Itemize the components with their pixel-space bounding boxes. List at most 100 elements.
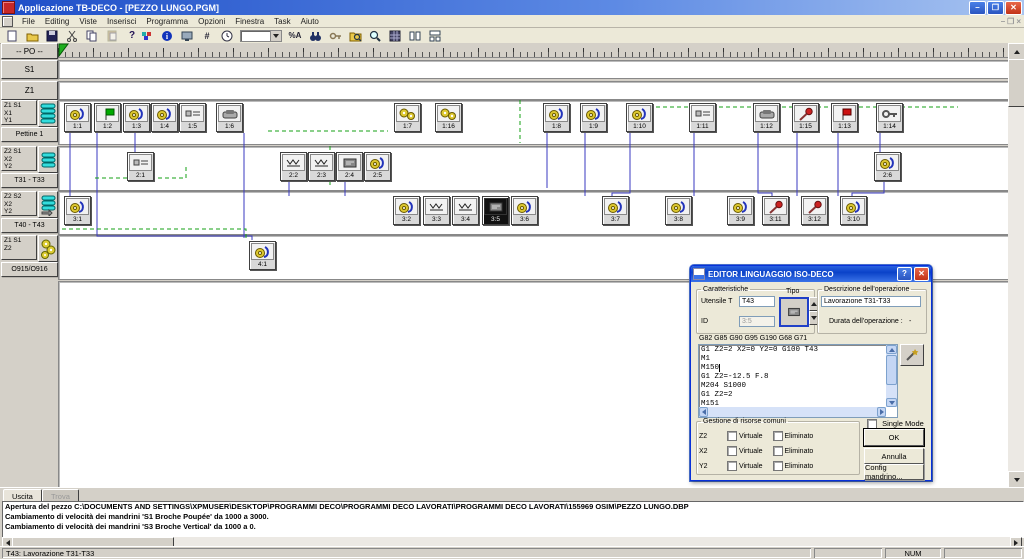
document-icon[interactable]	[2, 16, 13, 27]
timeline-op-3:10[interactable]: 3:10	[840, 196, 867, 225]
virtuale-option[interactable]: Virtuale	[727, 433, 763, 440]
virtuale-checkbox[interactable]	[727, 431, 737, 441]
timeline-op-3:8[interactable]: 3:8	[665, 196, 692, 225]
timeline-op-1:9[interactable]: 1:9	[580, 103, 607, 132]
copy-icon[interactable]	[83, 28, 102, 43]
mdi-minimize-icon[interactable]: –	[1001, 17, 1005, 26]
timeline-op-2:4[interactable]: 2:4	[336, 152, 363, 181]
code-scroll-up-icon[interactable]	[886, 345, 897, 354]
menu-file[interactable]: File	[17, 17, 40, 26]
layout-cols-icon[interactable]	[406, 28, 425, 43]
ok-button[interactable]: OK	[864, 429, 924, 446]
timeline-op-2:3[interactable]: 2:3	[308, 152, 335, 181]
vertical-scrollbar[interactable]	[1008, 43, 1024, 486]
timeline-op-3:12[interactable]: 3:12	[801, 196, 828, 225]
doc-new-icon[interactable]	[3, 28, 22, 43]
monitor-icon[interactable]	[178, 28, 197, 43]
magnifier-icon[interactable]	[366, 28, 385, 43]
folder-open-icon[interactable]	[23, 28, 42, 43]
timeline-op-3:3[interactable]: 3:3	[423, 196, 450, 225]
scroll-up-icon[interactable]	[1008, 43, 1024, 60]
key-icon[interactable]	[326, 28, 345, 43]
menu-finestra[interactable]: Finestra	[230, 17, 269, 26]
scroll-down-icon[interactable]	[1008, 471, 1024, 488]
descrizione-input[interactable]	[821, 296, 921, 307]
timeline-op-3:7[interactable]: 3:7	[602, 196, 629, 225]
dialog-close-icon[interactable]: ✕	[914, 267, 929, 281]
single-mode-checkbox[interactable]	[867, 419, 877, 429]
timeline-op-1:5[interactable]: 1:5	[179, 103, 206, 132]
timeline-op-2:2[interactable]: 2:2	[280, 152, 307, 181]
sidebar-item-t40-t43[interactable]: T40 - T43	[1, 218, 58, 233]
menu-opzioni[interactable]: Opzioni	[193, 17, 230, 26]
timeline-op-2:5[interactable]: 2:5	[364, 152, 391, 181]
timeline-op-1:13[interactable]: 1:13	[831, 103, 858, 132]
close-icon[interactable]: ✕	[1005, 1, 1022, 15]
code-vscrollbar[interactable]	[886, 345, 897, 407]
help-icon[interactable]: ?	[897, 267, 912, 281]
timeline-op-2:6[interactable]: 2:6	[874, 152, 901, 181]
blocks-icon[interactable]	[138, 28, 157, 43]
virtuale-option[interactable]: Virtuale	[727, 463, 763, 470]
save-icon[interactable]	[43, 28, 62, 43]
paste-icon[interactable]	[103, 28, 122, 43]
output-hscrollbar[interactable]	[2, 537, 1022, 546]
utensile-input[interactable]	[739, 296, 775, 307]
timeline-op-1:14[interactable]: 1:14	[876, 103, 903, 132]
output-log[interactable]: Apertura del pezzo C:\DOCUMENTS AND SETT…	[2, 501, 1024, 538]
sidebar-item-o915-o916[interactable]: O915/O916	[1, 262, 58, 277]
chevron-down-icon[interactable]	[270, 31, 281, 41]
timeline-op-1:4[interactable]: 1:4	[151, 103, 178, 132]
scrollbar-thumb[interactable]	[1008, 59, 1024, 107]
code-scroll-right-icon[interactable]	[877, 407, 886, 417]
code-scroll-left-icon[interactable]	[699, 407, 708, 417]
timeline-op-1:6[interactable]: 1:6	[216, 103, 243, 132]
menu-inserisci[interactable]: Inserisci	[102, 17, 141, 26]
restore-icon[interactable]: ❐	[987, 1, 1004, 15]
timeline-op-3:6[interactable]: 3:6	[511, 196, 538, 225]
timeline-op-1:11[interactable]: 1:11	[689, 103, 716, 132]
timeline-op-3:2[interactable]: 3:2	[393, 196, 420, 225]
layout-rows-icon[interactable]	[426, 28, 445, 43]
timeline-op-3:9[interactable]: 3:9	[727, 196, 754, 225]
tipo-icon-button[interactable]	[779, 297, 809, 327]
timeline-op-3:1[interactable]: 3:1	[64, 196, 91, 225]
timeline-op-3:11[interactable]: 3:11	[762, 196, 789, 225]
sidebar-item-t31-t33[interactable]: T31 - T33	[1, 173, 58, 188]
timeline-op-1:16[interactable]: 1:16	[435, 103, 462, 132]
config-mandrino-button[interactable]: Config mandrino...	[864, 464, 924, 480]
annulla-button[interactable]: Annulla	[864, 448, 924, 464]
eliminato-option[interactable]: Eliminato	[773, 463, 814, 470]
menu-task[interactable]: Task	[269, 17, 295, 26]
timeline-op-1:1[interactable]: 1:1	[64, 103, 91, 132]
code-vthumb[interactable]	[886, 355, 897, 385]
timeline-op-4:1[interactable]: 4:1	[249, 241, 276, 270]
eliminato-checkbox[interactable]	[773, 446, 783, 456]
info-icon[interactable]: i	[158, 28, 177, 43]
timeline-op-2:1[interactable]: 2:1	[127, 152, 154, 181]
binoculars-icon[interactable]	[306, 28, 325, 43]
menu-aiuto[interactable]: Aiuto	[296, 17, 324, 26]
code-scroll-down-icon[interactable]	[886, 398, 897, 407]
menu-editing[interactable]: Editing	[40, 17, 74, 26]
timeline-op-1:12[interactable]: 1:12	[753, 103, 780, 132]
wizard-button[interactable]	[900, 344, 924, 366]
sidebar-item-s1[interactable]: S1	[1, 60, 58, 79]
grid-icon[interactable]	[386, 28, 405, 43]
mdi-close-icon[interactable]: ×	[1016, 17, 1021, 26]
sidebar-item-pettine-1[interactable]: Pettine 1	[1, 127, 58, 142]
timeline-op-1:8[interactable]: 1:8	[543, 103, 570, 132]
virtuale-checkbox[interactable]	[727, 446, 737, 456]
eliminato-option[interactable]: Eliminato	[773, 433, 814, 440]
timeline-op-1:15[interactable]: 1:15	[792, 103, 819, 132]
timeline-op-1:10[interactable]: 1:10	[626, 103, 653, 132]
percent-icon[interactable]: %A	[286, 28, 305, 43]
tool-selector-dropdown[interactable]	[240, 30, 282, 42]
single-mode-row[interactable]: Single Mode	[867, 419, 924, 429]
folder-search-icon[interactable]	[346, 28, 365, 43]
virtuale-option[interactable]: Virtuale	[727, 448, 763, 455]
timeline-op-1:2[interactable]: 1:2	[94, 103, 121, 132]
code-hscrollbar[interactable]	[699, 407, 886, 417]
timeline-op-3:4[interactable]: 3:4	[452, 196, 479, 225]
sidebar-item-po[interactable]: -- PO --	[1, 43, 58, 59]
